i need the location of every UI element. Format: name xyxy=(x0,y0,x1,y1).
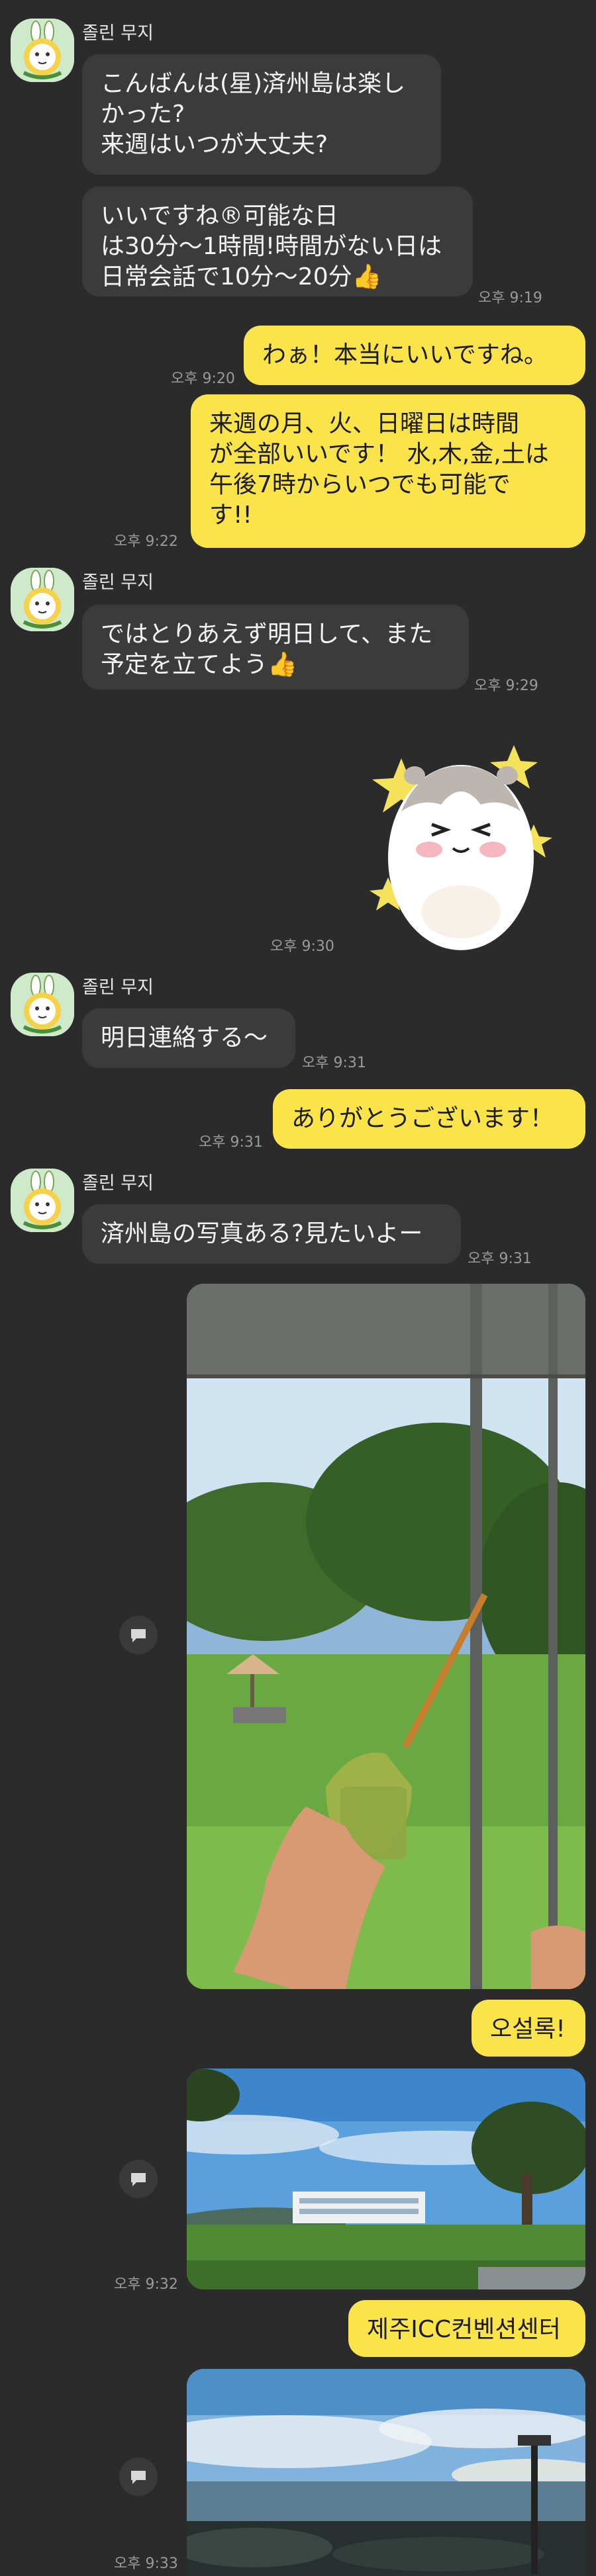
message-bubble[interactable]: ではとりあえず明日して、また 予定を立てよう👍 xyxy=(82,605,469,689)
message-time: 오후 9:31 xyxy=(199,1134,263,1151)
message-time: 오후 9:31 xyxy=(468,1251,532,1267)
avatar[interactable] xyxy=(11,568,74,631)
message-bubble[interactable]: こんばんは(星)済州島は楽し かった? 来週はいつが大丈夫? xyxy=(82,54,441,175)
avatar[interactable] xyxy=(11,973,74,1036)
message-bubble[interactable]: 来週の月、火、日曜日は時間 が全部いいです！ 水,木,金,土は 午後7時からいつ… xyxy=(191,394,585,548)
message-bubble[interactable]: 済州島の写真ある?見たいよー xyxy=(82,1204,461,1264)
message-time: 오후 9:33 xyxy=(114,2555,178,2572)
convention-center-photo-image xyxy=(187,2068,585,2289)
avatar[interactable] xyxy=(11,19,74,82)
sender-name: 졸린 무지 xyxy=(82,23,154,44)
message-time: 오후 9:19 xyxy=(478,290,542,306)
photo-message[interactable] xyxy=(187,2068,585,2289)
share-button[interactable] xyxy=(119,2160,158,2198)
message-time: 오후 9:30 xyxy=(270,938,334,955)
message-bubble[interactable]: 明日連絡する〜 xyxy=(82,1008,295,1068)
hamster-icon xyxy=(370,745,552,950)
message-time: 오후 9:29 xyxy=(474,678,538,694)
message-bubble[interactable]: 오설록! xyxy=(472,2000,585,2057)
message-time: 오후 9:20 xyxy=(171,371,235,387)
message-time: 오후 9:31 xyxy=(302,1055,366,1071)
muzi-avatar-icon xyxy=(11,19,74,82)
speech-bubble-icon xyxy=(131,2173,146,2186)
message-bubble[interactable]: いいですね®可能な日 は30分〜1時間!時間がない日は 日常会話で10分〜20分… xyxy=(82,187,473,296)
muzi-avatar-icon xyxy=(11,568,74,631)
cafe-photo-image xyxy=(187,1284,585,1989)
muzi-avatar-icon xyxy=(11,1169,74,1232)
message-time: 오후 9:32 xyxy=(114,2276,178,2293)
avatar[interactable] xyxy=(11,1169,74,1232)
speech-bubble-icon xyxy=(131,2471,146,2484)
muzi-avatar-icon xyxy=(11,973,74,1036)
message-bubble[interactable]: わぁ！本当にいいですね。 xyxy=(244,326,585,385)
photo-message[interactable] xyxy=(187,2369,585,2576)
hamster-sticker[interactable] xyxy=(368,719,560,957)
share-button[interactable] xyxy=(119,1616,158,1654)
share-button[interactable] xyxy=(119,2458,158,2496)
message-time: 오후 9:22 xyxy=(114,533,178,550)
coast-photo-image xyxy=(187,2369,585,2576)
photo-message[interactable] xyxy=(187,1284,585,1989)
message-bubble[interactable]: ありがとうございます！ xyxy=(273,1089,585,1149)
sender-name: 졸린 무지 xyxy=(82,1173,154,1194)
sender-name: 졸린 무지 xyxy=(82,977,154,998)
message-bubble[interactable]: 제주ICC컨벤션센터 xyxy=(348,2300,585,2357)
sender-name: 졸린 무지 xyxy=(82,572,154,593)
speech-bubble-icon xyxy=(131,1629,146,1642)
